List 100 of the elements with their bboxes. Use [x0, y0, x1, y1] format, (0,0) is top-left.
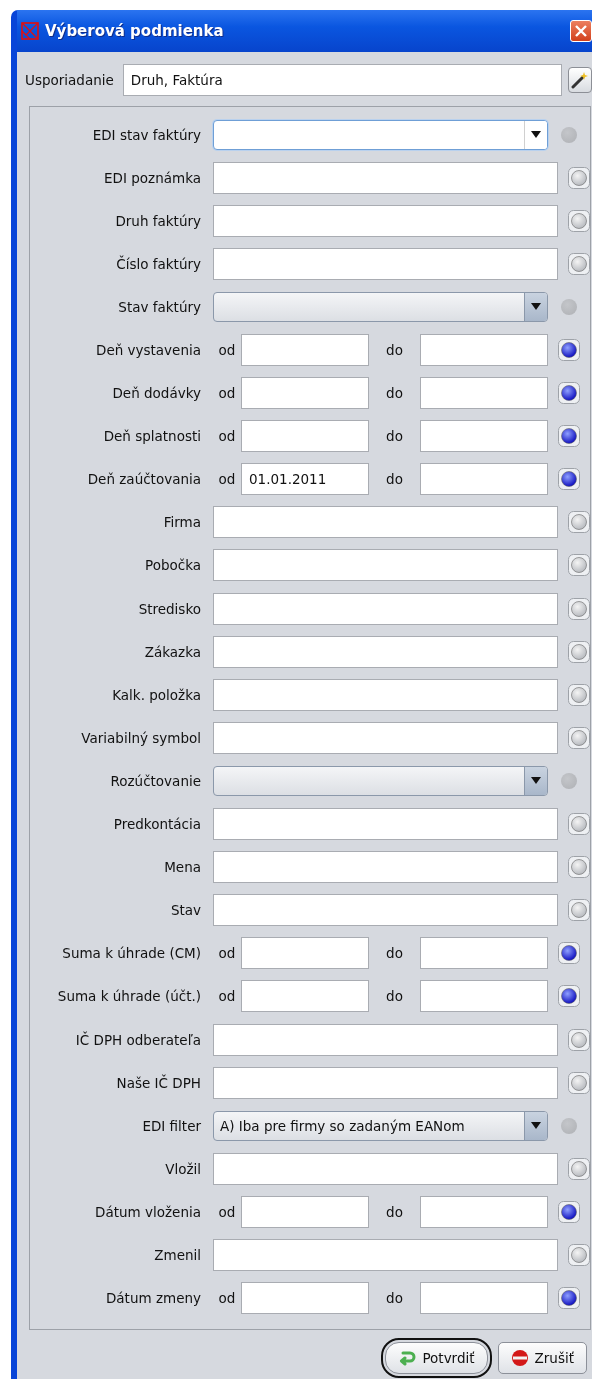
from-field[interactable]	[241, 1282, 369, 1315]
from-label: od	[217, 428, 237, 445]
field-label: Naše IČ DPH	[115, 1074, 201, 1091]
return-arrow-icon	[398, 1349, 417, 1366]
to-label: do	[385, 471, 404, 488]
field-label: EDI filter	[141, 1117, 201, 1134]
text-field[interactable]	[213, 851, 558, 884]
from-field[interactable]	[241, 377, 369, 410]
to-field[interactable]	[420, 420, 548, 453]
window-title: Výberová podmienka	[45, 22, 225, 40]
magic-wand-icon	[571, 71, 589, 89]
text-field[interactable]	[213, 1066, 558, 1099]
field-label: Vložil	[164, 1160, 201, 1177]
to-label: do	[385, 428, 404, 445]
from-label: od	[217, 471, 237, 488]
from-field[interactable]	[241, 937, 369, 970]
field-label: EDI stav faktúry	[91, 126, 201, 143]
field-label: Stav	[169, 902, 201, 919]
text-field[interactable]	[213, 204, 558, 237]
field-label: Deň vystavenia	[95, 342, 201, 358]
field-label: Mena	[163, 859, 201, 876]
field-label: Dátum vloženia	[94, 1203, 201, 1220]
field-label: Druh faktúry	[114, 212, 201, 229]
field-label: Deň dodávky	[111, 385, 201, 402]
dropdown[interactable]	[213, 291, 548, 322]
text-field[interactable]	[213, 161, 558, 194]
stop-icon	[510, 1348, 529, 1367]
from-label: od	[217, 988, 237, 1005]
field-label: Zmenil	[153, 1247, 201, 1263]
dropdown[interactable]	[213, 765, 548, 796]
to-field[interactable]	[420, 377, 548, 410]
dropdown[interactable]: A) Iba pre firmy so zadaným EANom	[213, 1110, 548, 1141]
field-label: Stredisko	[137, 600, 201, 617]
text-field[interactable]	[213, 247, 558, 280]
to-field[interactable]	[420, 1282, 548, 1315]
to-label: do	[385, 385, 404, 402]
app-icon	[21, 22, 39, 40]
from-field[interactable]	[241, 420, 369, 453]
to-field[interactable]	[420, 980, 548, 1013]
indicator-icon[interactable]	[558, 985, 580, 1008]
indicator-icon[interactable]	[558, 339, 580, 361]
from-field[interactable]	[241, 334, 369, 366]
to-label: do	[385, 1290, 404, 1307]
from-field[interactable]	[241, 980, 369, 1013]
to-field[interactable]	[420, 463, 548, 496]
to-label: do	[385, 988, 404, 1005]
text-field[interactable]	[213, 721, 558, 754]
dropdown-arrow-icon	[531, 131, 541, 139]
from-label: od	[217, 1290, 237, 1307]
cancel-button[interactable]: Zrušiť	[497, 1341, 587, 1374]
field-label: Pobočka	[143, 557, 201, 574]
close-icon	[575, 25, 587, 37]
dropdown-arrow-icon	[531, 303, 541, 311]
field-label: EDI poznámka	[103, 169, 201, 186]
to-field[interactable]	[420, 334, 548, 366]
field-label: Číslo faktúry	[115, 255, 201, 272]
from-label: od	[217, 945, 237, 962]
text-field[interactable]	[213, 1239, 558, 1271]
from-field[interactable]	[241, 1195, 369, 1228]
to-label: do	[385, 342, 404, 358]
close-button[interactable]	[570, 20, 592, 42]
indicator-icon[interactable]	[558, 468, 580, 491]
text-field[interactable]	[213, 549, 558, 582]
to-label: do	[385, 1203, 404, 1220]
field-label: IČ DPH odberateľa	[74, 1031, 201, 1048]
dropdown-arrow-icon	[531, 1122, 541, 1130]
field-label: Suma k úhrade (CM)	[61, 945, 201, 962]
ordering-label: Usporiadanie	[25, 72, 114, 88]
ordering-field[interactable]: Druh, Faktúra	[122, 64, 562, 96]
field-label: Dátum zmeny	[104, 1290, 201, 1307]
indicator-icon[interactable]	[558, 1287, 580, 1310]
text-field[interactable]	[213, 635, 558, 668]
indicator-icon[interactable]	[558, 382, 580, 405]
text-field[interactable]	[213, 1152, 558, 1185]
from-field[interactable]: 01.01.2011	[241, 463, 369, 496]
wand-button[interactable]	[568, 67, 592, 93]
field-label: Deň zaúčtovania	[86, 471, 201, 488]
text-field[interactable]	[213, 678, 558, 711]
from-label: od	[217, 342, 237, 358]
indicator-icon[interactable]	[558, 942, 580, 965]
field-label: Rozúčtovanie	[109, 772, 201, 789]
field-label: Zákazka	[143, 643, 201, 660]
dropdown-arrow-icon	[531, 777, 541, 785]
to-field[interactable]	[420, 1195, 548, 1228]
field-label: Predkontácia	[112, 816, 201, 833]
text-field[interactable]	[213, 592, 558, 625]
indicator-icon[interactable]	[558, 425, 580, 448]
field-label: Stav faktúry	[117, 298, 201, 315]
field-label: Kalk. položka	[111, 686, 201, 703]
field-label: Deň splatnosti	[102, 428, 201, 445]
field-label: Suma k úhrade (účt.)	[56, 988, 201, 1005]
text-field[interactable]	[213, 506, 558, 539]
indicator-icon[interactable]	[558, 1200, 580, 1223]
field-label: Firma	[162, 514, 201, 531]
text-field[interactable]	[213, 1023, 558, 1056]
from-label: od	[217, 385, 237, 402]
to-field[interactable]	[420, 937, 548, 970]
dropdown[interactable]	[213, 119, 548, 150]
text-field[interactable]	[213, 894, 558, 927]
text-field[interactable]	[213, 808, 558, 841]
